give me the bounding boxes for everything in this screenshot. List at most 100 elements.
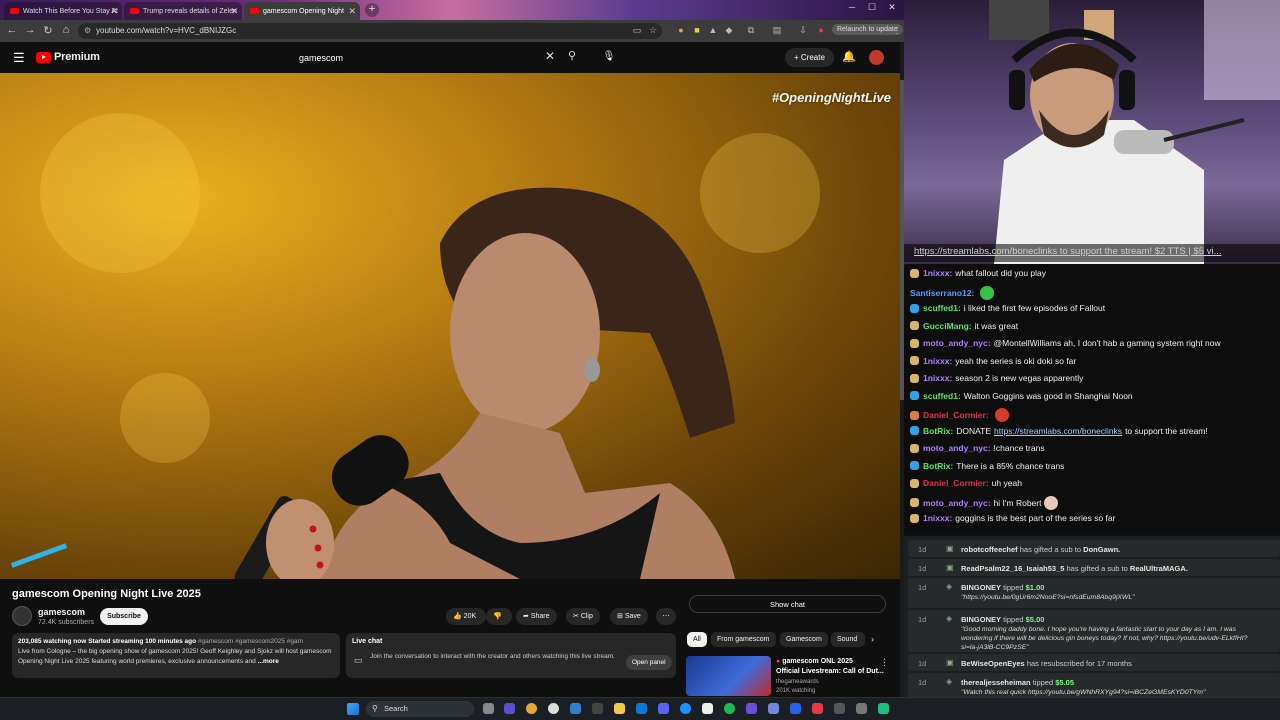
taskbar-search-input[interactable]: ⚲ Search: [366, 701, 474, 717]
app-icon[interactable]: [768, 703, 779, 714]
close-icon[interactable]: ✕: [230, 6, 238, 17]
browser-menu-icon[interactable]: ⋮: [892, 25, 902, 36]
chip-sound[interactable]: Sound: [831, 632, 865, 647]
recommendation-thumbnail[interactable]: [686, 656, 771, 696]
minimize-icon[interactable]: ─: [842, 2, 862, 16]
home-icon[interactable]: ⌂: [59, 24, 73, 36]
channel-name[interactable]: gamescom: [38, 607, 85, 617]
chat-username[interactable]: Daniel_Cormier:: [923, 410, 989, 420]
clip-button[interactable]: ✂ Clip: [566, 608, 600, 625]
chip-gamescom[interactable]: Gamescom: [780, 632, 828, 647]
event-username[interactable]: BeWiseOpenEyes: [961, 659, 1025, 668]
notifications-bell-icon[interactable]: 🔔: [842, 50, 856, 63]
download-icon[interactable]: ⇩: [798, 25, 808, 36]
chat-username[interactable]: Daniel_Cormier:: [923, 478, 989, 488]
edge-icon[interactable]: [636, 703, 647, 714]
cast-icon[interactable]: ▭: [632, 25, 642, 36]
chat-username[interactable]: scuffed1:: [923, 303, 961, 313]
app-icon[interactable]: [812, 703, 823, 714]
like-button[interactable]: 👍 20K: [446, 608, 486, 625]
chip-from-gamescom[interactable]: From gamescom: [711, 632, 776, 647]
app-icon[interactable]: [746, 703, 757, 714]
app-icon[interactable]: [702, 703, 713, 714]
file-explorer-icon[interactable]: [614, 703, 625, 714]
chat-username[interactable]: 1nixxx:: [923, 373, 952, 383]
clear-search-icon[interactable]: ✕: [545, 49, 555, 63]
extensions-puzzle-icon[interactable]: ⧉: [746, 25, 756, 36]
extension-icon[interactable]: ▲: [708, 25, 718, 36]
chat-username[interactable]: moto_andy_nyc:: [923, 498, 991, 508]
chip-all[interactable]: All: [687, 632, 707, 647]
copilot-icon[interactable]: [504, 703, 515, 714]
app-icon[interactable]: [878, 703, 889, 714]
tab-watch-this[interactable]: Watch This Before You Stay At ✕: [4, 2, 122, 20]
chat-link[interactable]: https://streamlabs.com/boneclinks: [994, 426, 1122, 436]
hamburger-menu-icon[interactable]: ☰: [13, 50, 25, 66]
tab-trump-reveals[interactable]: Trump reveals details of Zelen ✕: [124, 2, 242, 20]
app-icon[interactable]: [856, 703, 867, 714]
chat-username[interactable]: 1nixxx:: [923, 513, 952, 523]
task-view-icon[interactable]: [483, 703, 494, 714]
back-icon[interactable]: ←: [5, 24, 19, 36]
window-close-icon[interactable]: ✕: [882, 2, 902, 16]
profile-icon[interactable]: ●: [816, 25, 826, 36]
event-username[interactable]: BINGONEY: [961, 615, 1001, 624]
forward-icon[interactable]: →: [23, 24, 37, 36]
channel-avatar[interactable]: [12, 606, 32, 626]
chat-username[interactable]: 1nixxx:: [923, 268, 952, 278]
description-more-link[interactable]: ...more: [258, 658, 279, 665]
extension-icon[interactable]: ◆: [724, 25, 734, 36]
event-username[interactable]: therealjesseheiman: [961, 678, 1031, 687]
discord-icon[interactable]: [658, 703, 669, 714]
sidebar-icon[interactable]: ▤: [772, 25, 782, 36]
event-target[interactable]: RealUltraMAGA.: [1130, 564, 1188, 573]
chat-username[interactable]: moto_andy_nyc:: [923, 338, 991, 348]
site-info-icon[interactable]: ⚙: [84, 23, 91, 39]
event-username[interactable]: robotcoffeechef: [961, 545, 1018, 554]
open-panel-button[interactable]: Open panel: [626, 655, 672, 670]
recommendation-menu-icon[interactable]: ⋮: [880, 657, 889, 668]
url-field[interactable]: ⚙ youtube.com/watch?v=HVC_dBNIJZGc: [78, 23, 662, 39]
microphone-icon[interactable]: 🎙: [600, 48, 618, 66]
dislike-button[interactable]: 👎: [486, 608, 512, 625]
event-target[interactable]: DonGawn.: [1083, 545, 1120, 554]
extension-icon[interactable]: ■: [692, 25, 702, 36]
create-button[interactable]: + Create: [785, 48, 834, 67]
search-input[interactable]: gamescom: [293, 48, 561, 68]
chat-username[interactable]: moto_andy_nyc:: [923, 443, 991, 453]
browser-icon[interactable]: [680, 703, 691, 714]
chat-username[interactable]: BotRix:: [923, 426, 953, 436]
event-username[interactable]: ReadPsalm22_16_Isaiah53_5: [961, 564, 1064, 573]
chat-username[interactable]: BotRix:: [923, 461, 953, 471]
windows-start-icon[interactable]: [347, 703, 359, 715]
app-icon[interactable]: [592, 703, 603, 714]
video-player[interactable]: #OpeningNightLive: [0, 73, 900, 579]
tab-gamescom-active[interactable]: gamescom Opening Night ✕: [244, 2, 360, 20]
chat-username[interactable]: scuffed1:: [923, 391, 961, 401]
chevron-right-icon[interactable]: ›: [871, 634, 874, 644]
extension-icon[interactable]: ●: [676, 25, 686, 36]
recommendation-title[interactable]: ● gamescom ONL 2025 Official Livestream:…: [776, 657, 884, 677]
video-description[interactable]: 203,085 watching now Started streaming 1…: [12, 633, 340, 678]
steam-icon[interactable]: [570, 703, 581, 714]
maximize-icon[interactable]: ☐: [862, 2, 882, 16]
show-chat-button[interactable]: Show chat: [689, 595, 886, 613]
chat-username[interactable]: 1nixxx:: [923, 356, 952, 366]
youtube-premium-logo[interactable]: Premium: [36, 51, 100, 63]
obs-icon[interactable]: [548, 703, 559, 714]
search-icon[interactable]: ⚲: [568, 49, 576, 62]
account-avatar[interactable]: [869, 50, 884, 65]
save-button[interactable]: ⊞ Save: [610, 608, 648, 625]
subscribe-button[interactable]: Subscribe: [100, 608, 148, 625]
event-username[interactable]: BINGONEY: [961, 583, 1001, 592]
share-button[interactable]: ➦ Share: [516, 608, 557, 625]
new-tab-button[interactable]: +: [365, 3, 379, 17]
spotify-icon[interactable]: [724, 703, 735, 714]
close-icon[interactable]: ✕: [110, 6, 118, 17]
recommendation-channel[interactable]: thegameawards: [776, 679, 819, 685]
more-actions-icon[interactable]: ⋯: [656, 608, 676, 625]
close-icon[interactable]: ✕: [348, 6, 356, 17]
app-icon[interactable]: [834, 703, 845, 714]
app-icon[interactable]: [790, 703, 801, 714]
reload-icon[interactable]: ↻: [41, 24, 55, 37]
